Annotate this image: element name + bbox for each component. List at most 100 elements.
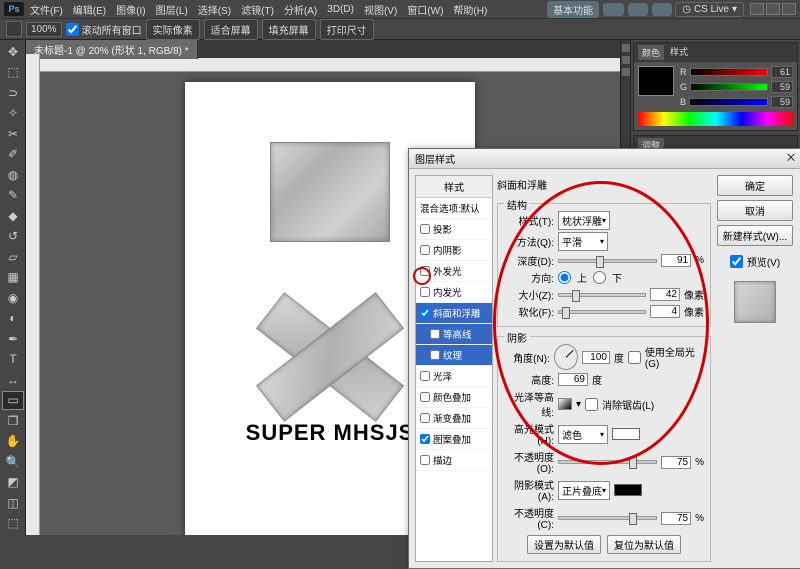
- tool-quickmask[interactable]: ◫: [2, 493, 24, 513]
- menu-filter[interactable]: 滤镜(T): [237, 0, 278, 19]
- window-min-icon[interactable]: [750, 3, 764, 15]
- new-style-button[interactable]: 新建样式(W)...: [717, 225, 793, 246]
- b-value[interactable]: 59: [771, 96, 793, 108]
- menu-file[interactable]: 文件(F): [26, 0, 67, 19]
- g-slider[interactable]: [690, 83, 768, 91]
- b-slider[interactable]: [689, 98, 768, 106]
- tool-crop[interactable]: ✂: [2, 124, 24, 144]
- tool-lasso[interactable]: ⊃: [2, 83, 24, 103]
- menu-image[interactable]: 图像(I): [112, 0, 149, 19]
- sh-opacity-slider[interactable]: [558, 516, 657, 520]
- ok-button[interactable]: 确定: [717, 175, 793, 196]
- window-max-icon[interactable]: [766, 3, 780, 15]
- tool-path[interactable]: ↔: [2, 370, 24, 390]
- tool-preset-icon[interactable]: [6, 21, 22, 37]
- fg-swatch[interactable]: [638, 66, 674, 96]
- menu-layer[interactable]: 图层(L): [152, 0, 192, 19]
- global-light-check[interactable]: [628, 351, 641, 364]
- tool-stamp[interactable]: ◆: [2, 206, 24, 226]
- opt-print[interactable]: 打印尺寸: [320, 19, 374, 40]
- shadow-mode[interactable]: 正片叠底: [558, 481, 610, 500]
- tool-heal[interactable]: ◍: [2, 165, 24, 185]
- antialias-check[interactable]: [585, 398, 598, 411]
- opt-fit[interactable]: 适合屏幕: [204, 19, 258, 40]
- menu-window[interactable]: 窗口(W): [403, 0, 447, 19]
- tool-hand[interactable]: ✋: [2, 432, 24, 452]
- opt-fill[interactable]: 填充屏幕: [262, 19, 316, 40]
- window-close-icon[interactable]: [782, 3, 796, 15]
- tool-zoom[interactable]: 🔍: [2, 452, 24, 472]
- opt-actual[interactable]: 实际像素: [146, 19, 200, 40]
- style-blend[interactable]: 混合选项:默认: [416, 198, 492, 219]
- style-satin[interactable]: 光泽: [416, 366, 492, 387]
- gloss-contour[interactable]: [558, 398, 572, 410]
- cancel-button[interactable]: 取消: [717, 200, 793, 221]
- size-slider[interactable]: [558, 293, 646, 297]
- style-patternoverlay[interactable]: 图案叠加: [416, 429, 492, 450]
- style-innershadow[interactable]: 内阴影: [416, 240, 492, 261]
- document-tab[interactable]: 未标题-1 @ 20% (形状 1, RGB/8) *: [26, 40, 198, 59]
- angle-value[interactable]: 100: [582, 351, 610, 364]
- menu-3d[interactable]: 3D(D): [323, 2, 358, 17]
- workspace-opt2[interactable]: [628, 3, 648, 16]
- r-value[interactable]: 61: [771, 66, 793, 78]
- tool-blur[interactable]: ◉: [2, 288, 24, 308]
- altitude-value[interactable]: 69: [558, 373, 588, 386]
- tool-screenmode[interactable]: ⬚: [2, 514, 24, 534]
- tab-swatches[interactable]: 样式: [670, 45, 688, 60]
- tool-eyedrop[interactable]: ✐: [2, 145, 24, 165]
- menu-help[interactable]: 帮助(H): [449, 0, 491, 19]
- soften-slider[interactable]: [558, 310, 646, 314]
- tool-gradient[interactable]: ▦: [2, 268, 24, 288]
- menu-analysis[interactable]: 分析(A): [280, 0, 321, 19]
- style-innerglow[interactable]: 内发光: [416, 282, 492, 303]
- tool-brush[interactable]: ✎: [2, 186, 24, 206]
- tool-move[interactable]: ✥: [2, 42, 24, 62]
- style-bevel[interactable]: 斜面和浮雕: [416, 303, 492, 324]
- highlight-color[interactable]: [612, 428, 640, 440]
- tool-type[interactable]: T: [2, 350, 24, 370]
- bevel-style-select[interactable]: 枕状浮雕: [558, 211, 610, 230]
- style-coloroverlay[interactable]: 颜色叠加: [416, 387, 492, 408]
- reset-default-button[interactable]: 复位为默认值: [607, 535, 681, 554]
- tool-fgbg[interactable]: ◩: [2, 473, 24, 493]
- preview-check[interactable]: [730, 255, 743, 268]
- set-default-button[interactable]: 设置为默认值: [527, 535, 601, 554]
- zoom-dropdown[interactable]: 100%: [26, 22, 62, 37]
- cslive-button[interactable]: ◷CS Live▾: [675, 2, 744, 17]
- workspace-opt3[interactable]: [652, 3, 672, 16]
- shadow-color[interactable]: [614, 484, 642, 496]
- scroll-all-check[interactable]: [66, 23, 79, 36]
- dir-down[interactable]: [593, 271, 606, 284]
- tool-eraser[interactable]: ▱: [2, 247, 24, 267]
- g-value[interactable]: 59: [771, 81, 793, 93]
- tool-wand[interactable]: ✧: [2, 104, 24, 124]
- r-slider[interactable]: [690, 68, 769, 76]
- menu-select[interactable]: 选择(S): [194, 0, 235, 19]
- tab-color[interactable]: 颜色: [638, 45, 664, 60]
- dialog-close-icon[interactable]: ⨉: [787, 153, 795, 164]
- workspace-switcher[interactable]: 基本功能: [547, 1, 599, 18]
- depth-value[interactable]: 91: [661, 254, 691, 267]
- style-stroke[interactable]: 描边: [416, 450, 492, 471]
- workspace-opt[interactable]: [603, 3, 623, 16]
- bevel-tech-select[interactable]: 平滑: [558, 232, 608, 251]
- size-value[interactable]: 42: [650, 288, 680, 301]
- menu-edit[interactable]: 编辑(E): [69, 0, 110, 19]
- menu-view[interactable]: 视图(V): [360, 0, 401, 19]
- depth-slider[interactable]: [558, 259, 657, 263]
- style-contour[interactable]: 等高线: [416, 324, 492, 345]
- tool-shape[interactable]: ▭: [2, 391, 24, 411]
- style-outerglow[interactable]: 外发光: [416, 261, 492, 282]
- tool-history[interactable]: ↺: [2, 227, 24, 247]
- hi-opacity-slider[interactable]: [558, 460, 657, 464]
- hi-opacity-value[interactable]: 75: [661, 456, 691, 469]
- tool-3d[interactable]: ❐: [2, 411, 24, 431]
- spectrum-bar[interactable]: [638, 112, 793, 126]
- highlight-mode[interactable]: 滤色: [558, 425, 608, 444]
- sh-opacity-value[interactable]: 75: [661, 512, 691, 525]
- angle-dial[interactable]: [554, 344, 578, 370]
- style-gradoverlay[interactable]: 渐变叠加: [416, 408, 492, 429]
- style-texture[interactable]: 纹理: [416, 345, 492, 366]
- tool-marquee[interactable]: ⬚: [2, 63, 24, 83]
